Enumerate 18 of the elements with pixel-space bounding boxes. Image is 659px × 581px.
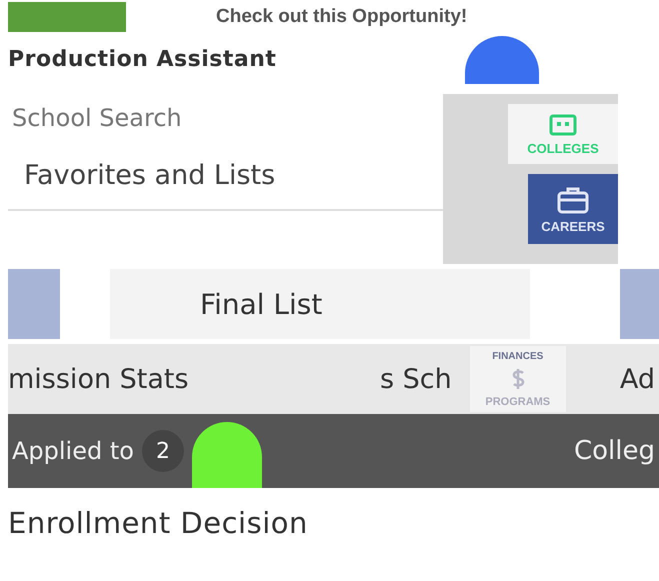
menu-item[interactable]: Enrollment Decision [8, 506, 308, 540]
lavender-block [8, 269, 60, 339]
building-icon [548, 112, 578, 136]
menu-item[interactable]: mission Stats [8, 364, 380, 394]
count-badge: 2 [142, 430, 184, 472]
fragment-text: Ad [620, 364, 656, 394]
nav-tile[interactable]: CAREERS [528, 174, 618, 244]
briefcase-icon [556, 184, 590, 214]
lavender-block [620, 269, 659, 339]
job-title: Production Assistant [8, 46, 276, 72]
menu-item[interactable]: Final List [110, 269, 530, 339]
arch-shape [192, 422, 262, 488]
nav-tile[interactable]: FINANCES PROGRAMS [470, 346, 566, 412]
banner-title: Check out this Opportunity! [216, 6, 468, 28]
fragment-text: s Sch [380, 364, 452, 394]
fragment-text: Colleg [574, 436, 656, 466]
menu-item[interactable]: School Search [8, 94, 443, 142]
menu-item[interactable]: Applied to [12, 437, 134, 465]
